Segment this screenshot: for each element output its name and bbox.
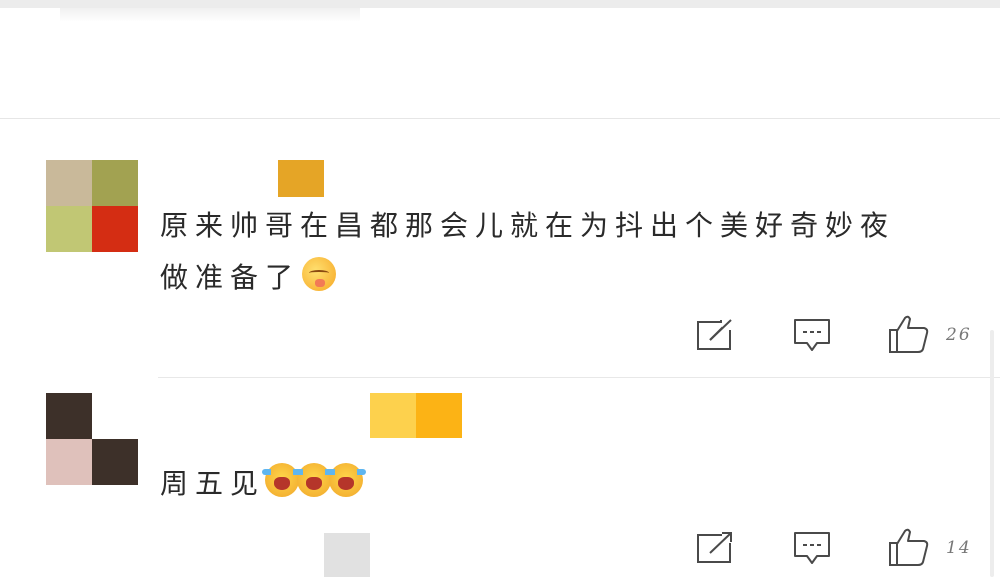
name-tile xyxy=(278,160,324,197)
avatar[interactable] xyxy=(46,393,138,485)
comment-text: 原来帅哥在昌都那会儿就在为抖出个美好奇妙夜 做准备了 xyxy=(160,200,960,304)
avatar-tile xyxy=(46,160,92,206)
crying-laughing-emoji xyxy=(294,463,335,497)
scrollbar[interactable] xyxy=(990,330,994,577)
comment-line: 原来帅哥在昌都那会儿就在为抖出个美好奇妙夜 xyxy=(160,209,896,242)
like-count: 26 xyxy=(946,325,972,345)
reply-icon[interactable] xyxy=(793,531,831,565)
like-count: 14 xyxy=(946,538,972,558)
avatar-tile xyxy=(92,160,138,206)
avatar-censored xyxy=(324,533,370,577)
thumbs-up-icon[interactable] xyxy=(888,527,930,567)
header-divider xyxy=(0,118,1000,119)
comment-line: 周五见 xyxy=(160,467,266,500)
crying-laughing-emoji xyxy=(326,463,367,497)
avatar-tile xyxy=(92,439,138,485)
avatar-tile xyxy=(92,206,138,252)
top-strip xyxy=(0,0,1000,8)
avatar[interactable] xyxy=(46,160,138,252)
share-icon[interactable] xyxy=(696,531,734,565)
header-area xyxy=(0,22,1000,118)
avatar-tile xyxy=(46,206,92,252)
username-censored[interactable] xyxy=(370,393,462,438)
name-tile xyxy=(370,393,416,438)
share-icon[interactable] xyxy=(696,318,734,352)
comment-divider xyxy=(158,377,1000,378)
avatar-tile xyxy=(92,393,138,439)
name-tile xyxy=(416,393,462,438)
crying-laughing-emoji xyxy=(262,463,303,497)
username-censored[interactable] xyxy=(278,160,324,197)
comment-line: 做准备了 xyxy=(160,261,301,294)
thumbs-up-icon[interactable] xyxy=(888,314,930,354)
reply-icon[interactable] xyxy=(793,318,831,352)
top-shadow xyxy=(60,8,360,22)
comment-text: 周五见 xyxy=(160,458,960,510)
avatar-tile xyxy=(46,393,92,439)
avatar-tile xyxy=(46,439,92,485)
shy-face-emoji xyxy=(302,257,337,291)
